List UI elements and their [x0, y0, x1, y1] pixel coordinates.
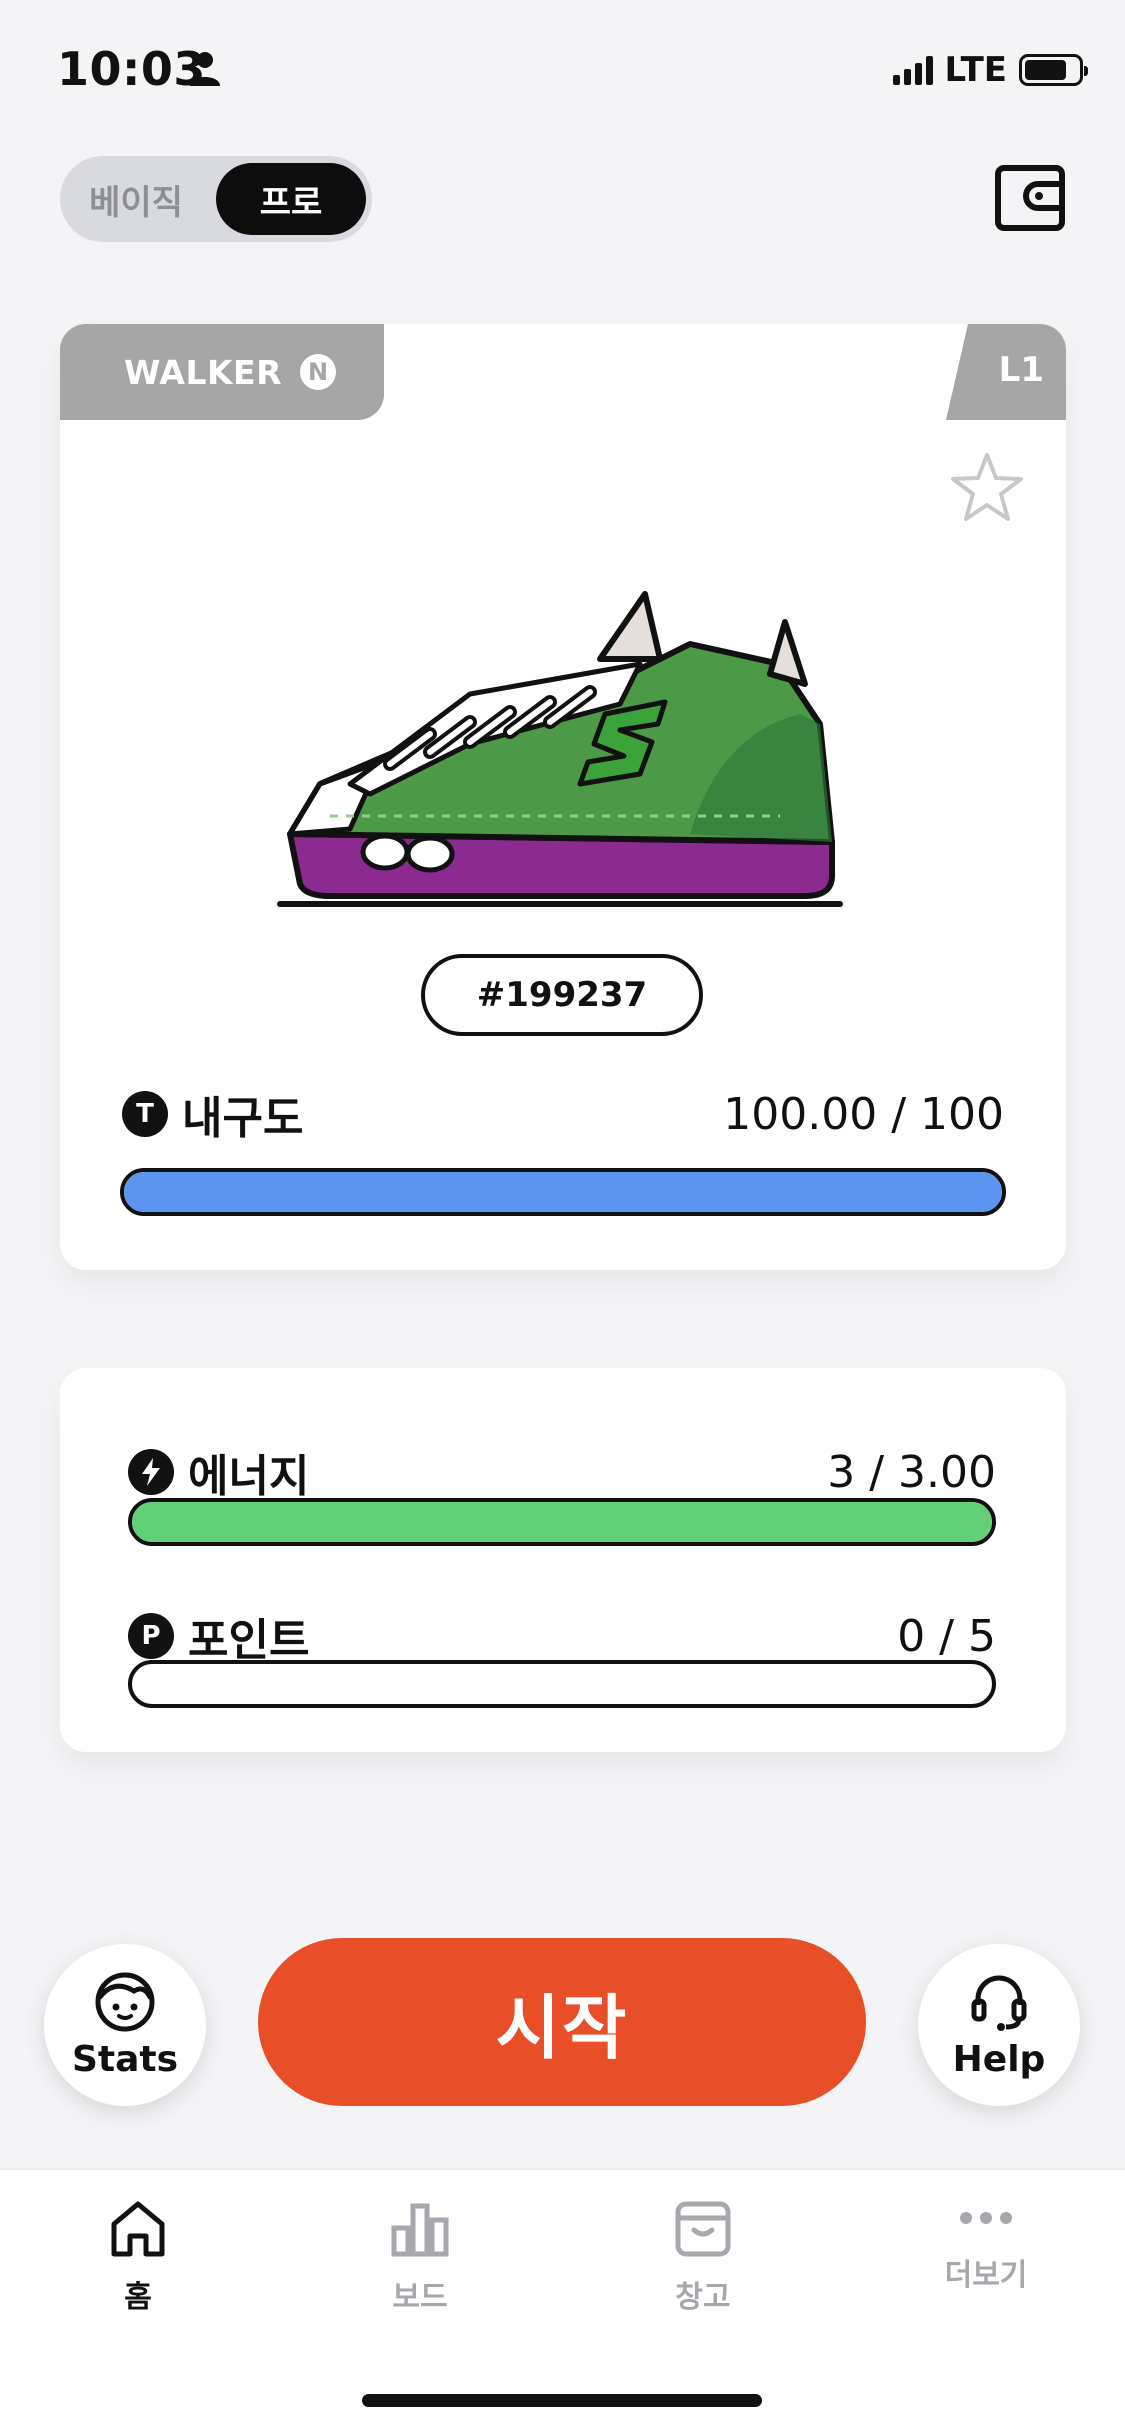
battery-icon [1019, 54, 1088, 86]
points-label: 포인트 [188, 1615, 310, 1666]
sneaker-class-tab: WALKER N [60, 324, 384, 420]
sneaker-class: WALKER [124, 352, 283, 392]
durability-row: T 내구도 100.00 / 100 [122, 1082, 1004, 1146]
help-label: Help [952, 2038, 1046, 2080]
person-icon [190, 52, 220, 86]
sneaker-card[interactable]: WALKER N L1 #199237 T 내구도 100.00 / 100 [60, 324, 1066, 1270]
durability-value: 100.00 / 100 [723, 1088, 1004, 1140]
durability-icon: T [122, 1091, 168, 1137]
star-icon[interactable] [950, 450, 1024, 524]
stats-button[interactable]: Stats [44, 1944, 206, 2106]
points-value: 0 / 5 [897, 1610, 996, 1662]
tab-more-label: 더보기 [944, 2258, 1028, 2293]
sneaker-level: L1 [998, 350, 1044, 390]
home-icon [111, 2201, 165, 2257]
energy-row: 에너지 3 / 3.00 [128, 1440, 996, 1504]
points-bar [128, 1660, 996, 1708]
class-badge-icon: N [300, 354, 337, 390]
durability-label: 내구도 [182, 1093, 304, 1144]
face-icon [95, 1972, 155, 2031]
energy-card: 에너지 3 / 3.00 P 포인트 0 / 5 [60, 1368, 1066, 1752]
help-button[interactable]: Help [918, 1944, 1080, 2106]
sneaker-id: #199237 [421, 954, 703, 1036]
more-dots-icon [960, 2212, 1012, 2224]
tab-storage[interactable]: 창고 [603, 2198, 803, 2316]
signal-icon [892, 55, 933, 85]
status-indicators: LTE [892, 50, 1088, 90]
network-label: LTE [944, 50, 1007, 90]
tab-storage-label: 창고 [675, 2280, 731, 2315]
home-indicator [362, 2394, 762, 2407]
lightning-icon [128, 1449, 174, 1495]
stats-label: Stats [71, 2038, 179, 2080]
start-button[interactable]: 시작 [258, 1938, 866, 2106]
mode-pro-option[interactable]: 프로 [216, 163, 366, 235]
energy-bar [128, 1498, 996, 1546]
tab-more[interactable]: 더보기 [886, 2198, 1086, 2294]
tab-board-label: 보드 [392, 2280, 448, 2315]
tab-home-label: 홈 [124, 2280, 152, 2315]
points-icon: P [128, 1613, 174, 1659]
bar-chart-icon [391, 2203, 449, 2257]
mode-toggle[interactable]: 베이직 프로 [60, 156, 372, 242]
wallet-icon[interactable] [994, 162, 1066, 234]
durability-bar [120, 1168, 1006, 1216]
energy-value: 3 / 3.00 [827, 1446, 996, 1498]
tab-board[interactable]: 보드 [320, 2198, 520, 2316]
mode-basic-option[interactable]: 베이직 [60, 156, 212, 242]
points-row: P 포인트 0 / 5 [128, 1604, 996, 1668]
sneaker-image [277, 591, 843, 907]
storage-box-icon [675, 2201, 731, 2257]
tab-home[interactable]: 홈 [38, 2198, 238, 2316]
status-time: 10:03 [57, 42, 206, 96]
headset-icon [971, 1975, 1027, 2031]
energy-label: 에너지 [188, 1451, 310, 1502]
durability-bar-fill [124, 1172, 1002, 1212]
energy-bar-fill [132, 1502, 992, 1542]
